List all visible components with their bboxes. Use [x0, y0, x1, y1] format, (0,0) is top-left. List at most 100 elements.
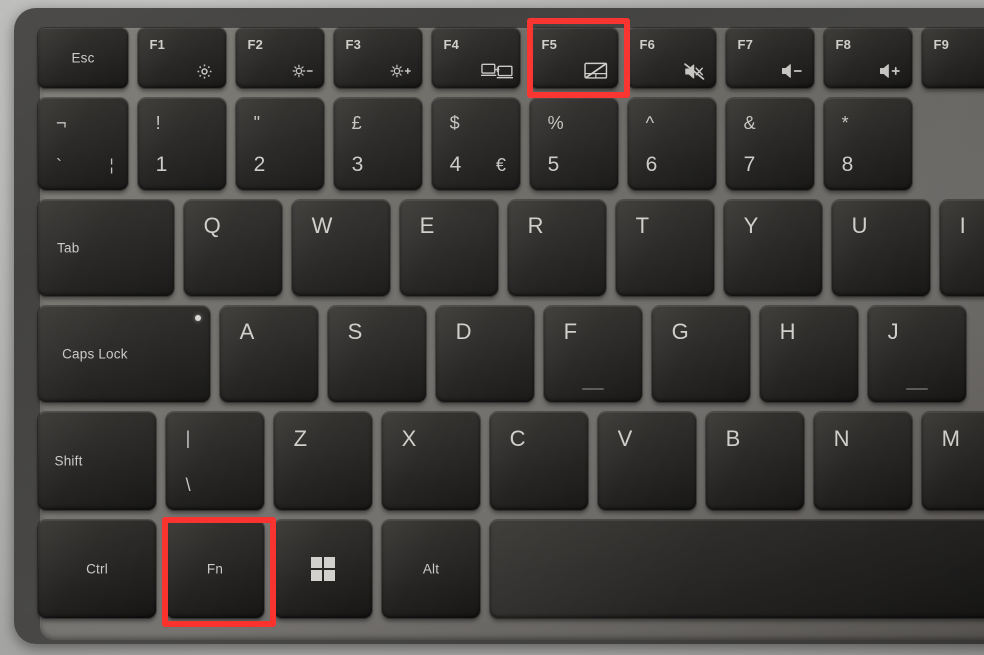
key-label: Z — [293, 425, 308, 451]
key-label: T — [635, 213, 650, 239]
key-shift[interactable]: Shift — [38, 412, 156, 510]
key-n[interactable]: N — [814, 412, 912, 510]
function-key-row: Esc F1 F2 F3 F4 F5 F6 F7 F8 F9 — [38, 28, 984, 88]
key-f[interactable]: F — [544, 306, 642, 402]
key-f1[interactable]: F1 — [138, 28, 226, 88]
key-label: F5 — [541, 36, 558, 52]
modifier-key-row: Ctrl Fn Alt — [38, 520, 984, 618]
key-label: F4 — [443, 36, 460, 52]
brightness-down-icon — [289, 61, 315, 81]
key-pipe-backslash[interactable]: | \ — [166, 412, 264, 510]
key-x[interactable]: X — [382, 412, 480, 510]
key-w[interactable]: W — [292, 200, 390, 296]
key-legend-lower: \ — [185, 475, 191, 496]
key-ctrl[interactable]: Ctrl — [38, 520, 156, 618]
key-g[interactable]: G — [652, 306, 750, 402]
key-e[interactable]: E — [400, 200, 498, 296]
key-m[interactable]: M — [922, 412, 984, 510]
key-label: Ctrl — [86, 561, 108, 577]
display-switch-icon — [480, 61, 514, 81]
key-label: F7 — [737, 36, 754, 52]
key-label: F8 — [835, 36, 852, 52]
homing-bar — [582, 388, 604, 390]
homing-bar — [906, 388, 928, 390]
key-legend-upper: £ — [351, 112, 362, 133]
key-label: Q — [203, 213, 221, 239]
key-2[interactable]: " 2 — [236, 98, 324, 190]
key-q[interactable]: Q — [184, 200, 282, 296]
key-label: Caps Lock — [62, 346, 128, 362]
key-f3[interactable]: F3 — [334, 28, 422, 88]
mute-icon — [681, 61, 707, 81]
key-s[interactable]: S — [328, 306, 426, 402]
key-label: N — [833, 425, 850, 451]
key-z[interactable]: Z — [274, 412, 372, 510]
key-f7[interactable]: F7 — [726, 28, 814, 88]
key-d[interactable]: D — [436, 306, 534, 402]
key-f6[interactable]: F6 — [628, 28, 716, 88]
brightness-up-icon — [387, 61, 413, 81]
key-tab[interactable]: Tab — [38, 200, 174, 296]
key-legend-lower: ` — [56, 156, 62, 177]
key-windows[interactable] — [274, 520, 372, 618]
key-r[interactable]: R — [508, 200, 606, 296]
key-f2[interactable]: F2 — [236, 28, 324, 88]
key-1[interactable]: ! 1 — [138, 98, 226, 190]
key-6[interactable]: ^ 6 — [628, 98, 716, 190]
key-label: F — [563, 319, 578, 345]
volume-down-icon — [779, 61, 805, 81]
touchpad-off-icon — [583, 61, 609, 81]
key-legend-upper: ^ — [645, 112, 655, 133]
key-f8[interactable]: F8 — [824, 28, 912, 88]
key-backtick[interactable]: ¬ ` ¦ — [38, 98, 128, 190]
key-legend-lower: 6 — [645, 153, 658, 177]
key-5[interactable]: % 5 — [530, 98, 618, 190]
key-legend-upper: " — [253, 112, 260, 133]
key-label: S — [347, 319, 363, 345]
key-legend-lower: 1 — [155, 153, 168, 177]
key-label: C — [509, 425, 526, 451]
qwerty-key-row: Tab Q W E R T Y U I — [38, 200, 984, 296]
key-alt[interactable]: Alt — [382, 520, 480, 618]
key-space[interactable] — [490, 520, 984, 618]
key-c[interactable]: C — [490, 412, 588, 510]
key-caps-lock[interactable]: Caps Lock — [38, 306, 210, 402]
key-fn[interactable]: Fn — [166, 520, 264, 618]
key-y[interactable]: Y — [724, 200, 822, 296]
key-f5[interactable]: F5 — [530, 28, 618, 88]
key-label: Alt — [422, 561, 440, 577]
key-8[interactable]: * 8 — [824, 98, 912, 190]
key-v[interactable]: V — [598, 412, 696, 510]
key-legend-lower: 4 — [449, 153, 462, 177]
key-f4[interactable]: F4 — [432, 28, 520, 88]
key-a[interactable]: A — [220, 306, 318, 402]
key-i[interactable]: I — [940, 200, 984, 296]
key-u[interactable]: U — [832, 200, 930, 296]
key-esc[interactable]: Esc — [38, 28, 128, 88]
key-legend-third: ¦ — [109, 157, 114, 175]
key-h[interactable]: H — [760, 306, 858, 402]
key-legend-upper: * — [841, 112, 849, 133]
key-label: F2 — [247, 36, 264, 52]
home-key-row: Caps Lock A S D F G H J — [38, 306, 966, 402]
key-legend-lower: 7 — [743, 153, 756, 177]
number-key-row: ¬ ` ¦ ! 1 " 2 £ 3 $ 4 € % 5 ^ 6 & 7 * 8 — [38, 98, 912, 190]
key-label: A — [239, 319, 255, 345]
key-legend-lower: 8 — [841, 153, 854, 177]
key-legend-upper: & — [743, 112, 756, 133]
key-label: Y — [743, 213, 759, 239]
key-3[interactable]: £ 3 — [334, 98, 422, 190]
key-b[interactable]: B — [706, 412, 804, 510]
key-f9[interactable]: F9 — [922, 28, 984, 88]
volume-up-icon — [877, 61, 903, 81]
key-j[interactable]: J — [868, 306, 966, 402]
key-legend-upper: $ — [449, 112, 460, 133]
key-label: X — [401, 425, 417, 451]
key-label: J — [887, 319, 899, 345]
key-7[interactable]: & 7 — [726, 98, 814, 190]
key-t[interactable]: T — [616, 200, 714, 296]
key-label: F3 — [345, 36, 362, 52]
key-label: W — [311, 213, 333, 239]
key-4[interactable]: $ 4 € — [432, 98, 520, 190]
key-label: F9 — [933, 36, 950, 52]
